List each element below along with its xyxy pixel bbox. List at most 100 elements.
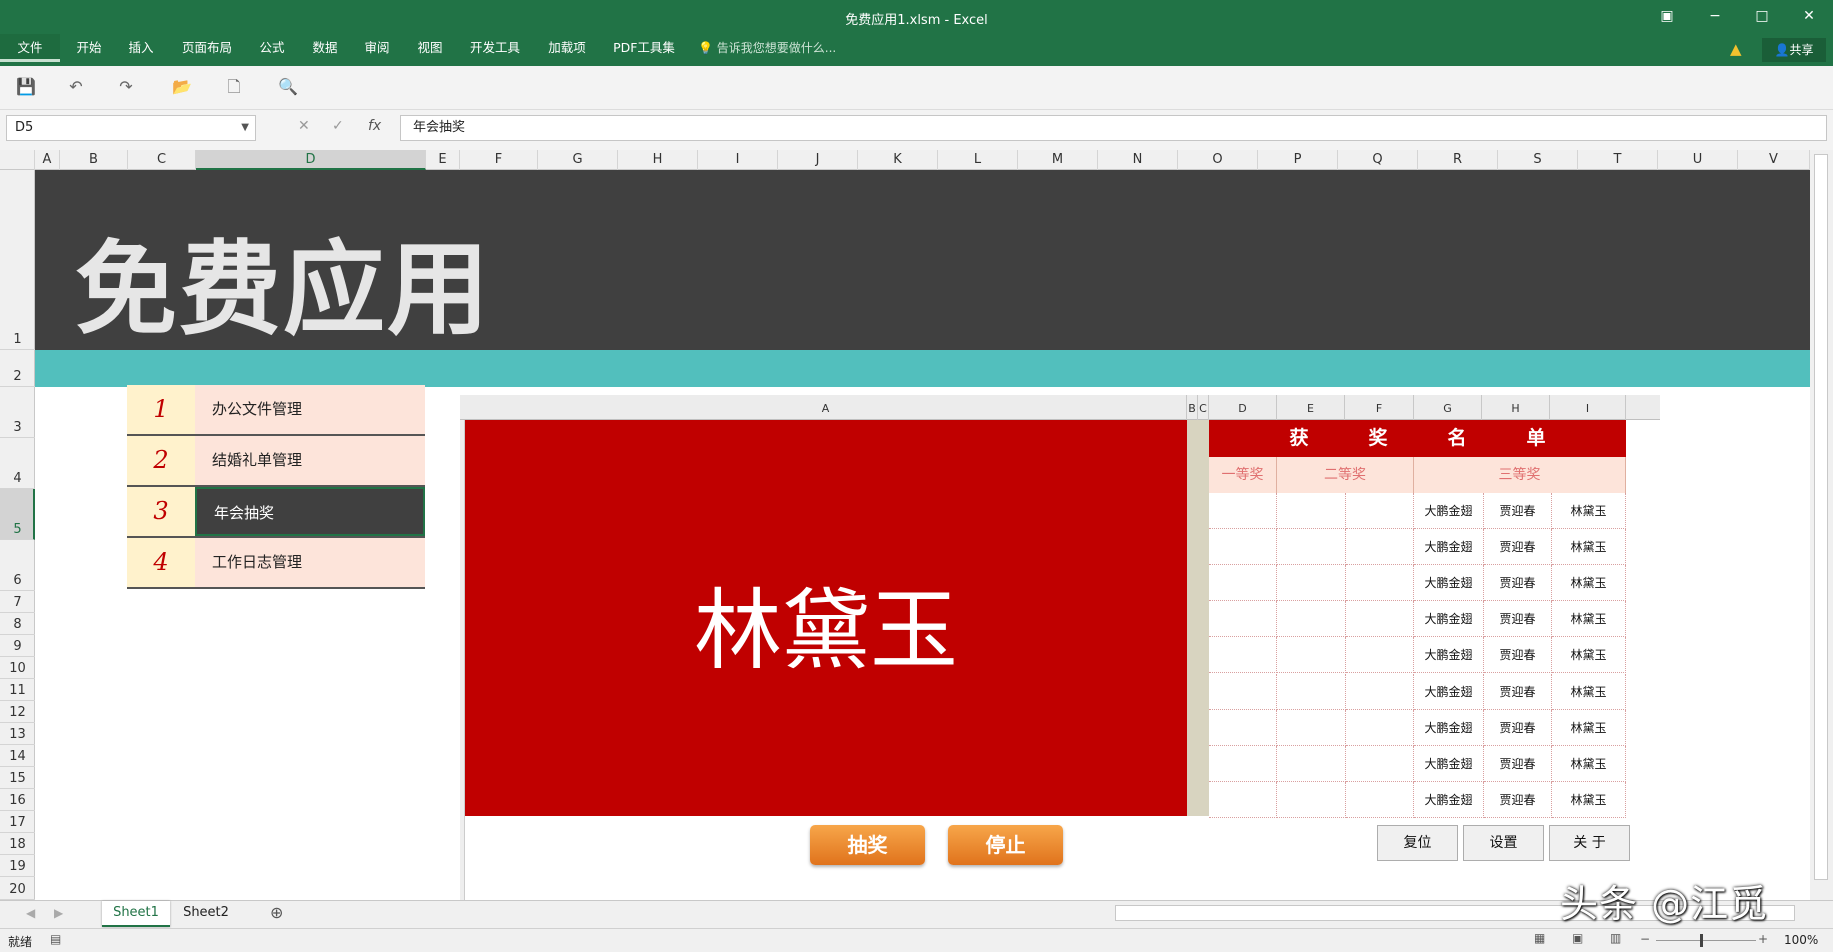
winner-cell[interactable]: 大鹏金翅 — [1414, 781, 1484, 818]
add-sheet-icon[interactable]: ⊕ — [270, 903, 283, 922]
winner-cell[interactable]: 贾迎春 — [1484, 781, 1552, 818]
column-header[interactable]: N — [1098, 150, 1178, 170]
enter-icon[interactable]: ✓ — [332, 118, 344, 134]
row-header[interactable]: 6 — [0, 540, 35, 591]
winner-cell[interactable]: 林黛玉 — [1552, 565, 1626, 602]
empty-cell[interactable] — [1209, 781, 1277, 818]
maximize-icon[interactable]: □ — [1750, 6, 1774, 26]
undo-icon[interactable]: ↶ — [64, 76, 88, 98]
empty-cell[interactable] — [1209, 565, 1277, 602]
empty-cell[interactable] — [1346, 781, 1414, 818]
zoom-in-icon[interactable]: + — [1758, 932, 1768, 946]
column-header[interactable]: O — [1178, 150, 1258, 170]
row-header[interactable]: 17 — [0, 811, 35, 833]
winner-cell[interactable]: 贾迎春 — [1484, 493, 1552, 529]
empty-cell[interactable] — [1277, 745, 1346, 782]
chevron-down-icon[interactable]: ▼ — [241, 116, 249, 140]
page-layout-view-icon[interactable]: ▣ — [1572, 931, 1583, 945]
row-header[interactable]: 7 — [0, 591, 35, 613]
row-header[interactable]: 11 — [0, 679, 35, 701]
empty-cell[interactable] — [1277, 493, 1346, 529]
row-header[interactable]: 1 — [0, 170, 35, 350]
row-header[interactable]: 12 — [0, 701, 35, 723]
row-header-selected[interactable]: 5 — [0, 489, 35, 540]
tab-review[interactable]: 审阅 — [355, 34, 399, 62]
tab-insert[interactable]: 插入 — [118, 34, 164, 62]
winner-cell[interactable]: 贾迎春 — [1484, 565, 1552, 602]
winner-cell[interactable]: 贾迎春 — [1484, 601, 1552, 638]
zoom-slider-thumb[interactable] — [1700, 934, 1703, 947]
tab-data[interactable]: 数据 — [303, 34, 347, 62]
winner-cell[interactable]: 贾迎春 — [1484, 709, 1552, 746]
winner-cell[interactable]: 林黛玉 — [1552, 781, 1626, 818]
print-preview-icon[interactable]: 🔍 — [276, 76, 300, 98]
empty-cell[interactable] — [1346, 601, 1414, 638]
winner-cell[interactable]: 大鹏金翅 — [1414, 745, 1484, 782]
macro-record-icon[interactable]: ▤ — [50, 932, 61, 946]
column-header[interactable]: H — [618, 150, 698, 170]
scroll-right-icon[interactable]: ▶ — [54, 906, 63, 920]
row-header[interactable]: 2 — [0, 350, 35, 387]
winner-cell[interactable]: 大鹏金翅 — [1414, 601, 1484, 638]
winner-cell[interactable]: 贾迎春 — [1484, 637, 1552, 674]
tell-me-search[interactable]: 💡 告诉我您想要做什么... — [698, 34, 836, 62]
stop-button[interactable]: 停止 — [948, 825, 1063, 865]
zoom-level[interactable]: 100% — [1784, 933, 1818, 947]
row-header[interactable]: 19 — [0, 855, 35, 877]
sheet-tab-2[interactable]: Sheet2 — [172, 901, 240, 927]
empty-cell[interactable] — [1346, 637, 1414, 674]
column-header[interactable]: L — [938, 150, 1018, 170]
scroll-left-icon[interactable]: ◀ — [26, 906, 35, 920]
tab-pdf-tools[interactable]: PDF工具集 — [606, 34, 682, 62]
sheet-tab-1[interactable]: Sheet1 — [102, 901, 170, 927]
empty-cell[interactable] — [1346, 673, 1414, 710]
row-header[interactable]: 18 — [0, 833, 35, 855]
empty-cell[interactable] — [1209, 601, 1277, 638]
column-header[interactable]: E — [426, 150, 460, 170]
winner-cell[interactable]: 大鹏金翅 — [1414, 493, 1484, 529]
empty-cell[interactable] — [1346, 745, 1414, 782]
row-header[interactable]: 9 — [0, 635, 35, 657]
column-header[interactable]: J — [778, 150, 858, 170]
winner-cell[interactable]: 林黛玉 — [1552, 673, 1626, 710]
select-all-corner[interactable] — [0, 150, 35, 170]
nav-item-wedding-gifts[interactable]: 2 结婚礼单管理 — [127, 436, 425, 487]
empty-cell[interactable] — [1277, 565, 1346, 602]
about-button[interactable]: 关 于 — [1549, 825, 1630, 861]
formula-input[interactable]: 年会抽奖 — [400, 115, 1827, 141]
row-header[interactable]: 8 — [0, 613, 35, 635]
save-icon[interactable]: 💾 — [14, 76, 38, 98]
winner-cell[interactable]: 贾迎春 — [1484, 529, 1552, 566]
tab-file[interactable]: 文件 — [0, 34, 60, 62]
column-header[interactable]: V — [1738, 150, 1810, 170]
vertical-scrollbar[interactable] — [1810, 150, 1833, 900]
close-icon[interactable]: ✕ — [1797, 6, 1821, 26]
tab-page-layout[interactable]: 页面布局 — [172, 34, 242, 62]
empty-cell[interactable] — [1209, 637, 1277, 674]
tab-developer[interactable]: 开发工具 — [462, 34, 528, 62]
row-header[interactable]: 3 — [0, 387, 35, 438]
new-file-icon[interactable]: 🗋 — [222, 76, 246, 98]
nav-item-office-files[interactable]: 1 办公文件管理 — [127, 385, 425, 436]
nav-item-annual-lottery[interactable]: 3 年会抽奖 — [127, 487, 425, 538]
row-header[interactable]: 4 — [0, 438, 35, 489]
winner-cell[interactable]: 大鹏金翅 — [1414, 673, 1484, 710]
winner-cell[interactable]: 大鹏金翅 — [1414, 565, 1484, 602]
row-header[interactable]: 13 — [0, 723, 35, 745]
winner-cell[interactable]: 大鹏金翅 — [1414, 529, 1484, 566]
winner-cell[interactable]: 大鹏金翅 — [1414, 637, 1484, 674]
column-header[interactable]: U — [1658, 150, 1738, 170]
empty-cell[interactable] — [1277, 529, 1346, 566]
row-header[interactable]: 20 — [0, 877, 35, 900]
empty-cell[interactable] — [1346, 565, 1414, 602]
tab-formulas[interactable]: 公式 — [250, 34, 294, 62]
empty-cell[interactable] — [1209, 673, 1277, 710]
draw-button[interactable]: 抽奖 — [810, 825, 925, 865]
column-header[interactable]: I — [698, 150, 778, 170]
reset-button[interactable]: 复位 — [1377, 825, 1458, 861]
zoom-slider[interactable] — [1656, 940, 1756, 941]
empty-cell[interactable] — [1346, 493, 1414, 529]
winner-cell[interactable]: 林黛玉 — [1552, 637, 1626, 674]
empty-cell[interactable] — [1346, 709, 1414, 746]
row-header[interactable]: 10 — [0, 657, 35, 679]
